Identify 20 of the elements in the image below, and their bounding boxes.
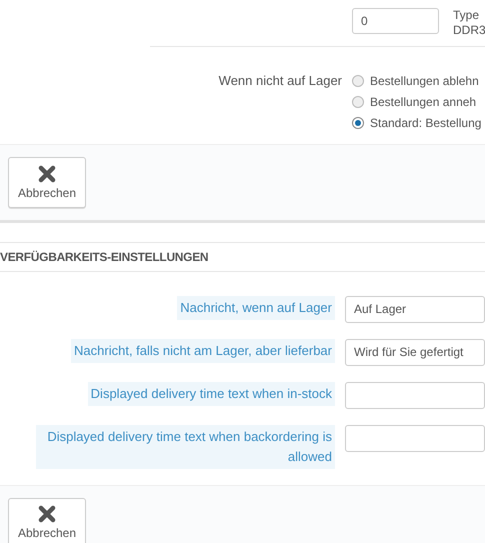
field-label: Displayed delivery time text when in-stock	[88, 382, 335, 406]
cancel-button[interactable]: Abbrechen	[8, 498, 86, 543]
radio-option[interactable]: Bestellungen ablehn	[352, 72, 482, 90]
radio-option[interactable]: Bestellungen anneh	[352, 93, 482, 111]
field-label: Nachricht, wenn auf Lager	[177, 296, 335, 320]
text-field[interactable]	[345, 382, 485, 408]
quantity-field[interactable]: 0	[352, 8, 439, 34]
close-icon	[37, 504, 57, 524]
field-label: Nachricht, falls nicht am Lager, aber lieferbar	[71, 338, 335, 362]
field-label: Wenn nicht auf Lager	[218, 72, 342, 90]
section-heading: VERFÜGBARKEITS-EINSTELLUNGEN	[0, 250, 208, 264]
close-icon	[37, 164, 57, 184]
text-field[interactable]: Wird für Sie gefertigt	[345, 338, 485, 366]
text-field[interactable]: Auf Lager	[345, 296, 485, 322]
text-field[interactable]	[345, 424, 485, 452]
cancel-button[interactable]: Abbrechen	[8, 157, 86, 208]
radio-option[interactable]: Standard: Bestellung	[352, 114, 482, 132]
field-label: Displayed delivery time text when backordering is allowed	[36, 424, 335, 468]
hint-text: Type	[453, 8, 480, 23]
hint-text: DDR3	[453, 23, 485, 38]
